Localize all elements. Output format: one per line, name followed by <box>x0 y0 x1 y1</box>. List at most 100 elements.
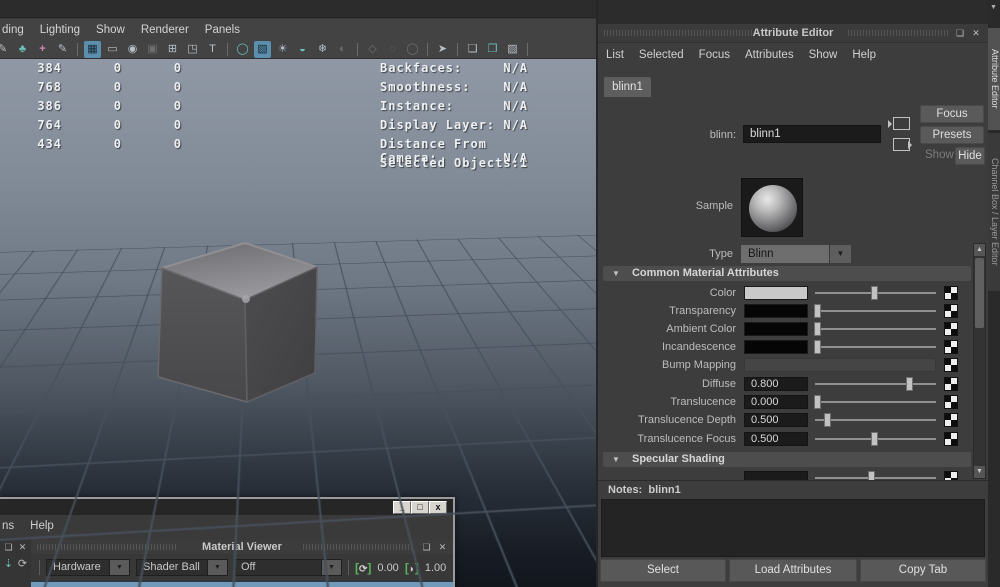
menu-show[interactable]: Show <box>96 24 125 36</box>
tab-blinn1[interactable]: blinn1 <box>604 77 651 97</box>
menu-attributes[interactable]: Attributes <box>745 49 794 61</box>
attribute-editor-titlebar[interactable]: Attribute Editor ❏ ✕ <box>598 24 988 43</box>
bump-mapping-field[interactable] <box>744 358 936 372</box>
hide-button[interactable]: Hide <box>955 147 985 165</box>
resolution-gate-icon[interactable]: ◉ <box>124 41 141 58</box>
input-connections-icon[interactable] <box>893 117 910 130</box>
ambient-color-slider[interactable] <box>815 322 936 336</box>
screen-ao-icon[interactable]: ❄ <box>314 41 331 58</box>
menu-focus[interactable]: Focus <box>699 49 730 61</box>
wire-sphere-icon[interactable]: ◯ <box>234 41 251 58</box>
slider-handle[interactable] <box>824 413 831 427</box>
safe-title-icon[interactable]: T <box>204 41 221 58</box>
material-type-select[interactable]: Blinn ▼ <box>741 245 851 263</box>
shaded-cube-icon[interactable]: ▧ <box>254 41 271 58</box>
material-viewer-header[interactable]: Material Viewer ❏ ✕ <box>31 540 453 554</box>
maximize-button[interactable]: □ <box>411 501 429 514</box>
texture-map-button[interactable] <box>944 304 958 318</box>
load-attributes-button[interactable]: Load Attributes <box>729 559 857 582</box>
dof-icon[interactable]: ◯ <box>404 41 421 58</box>
texture-map-button[interactable] <box>944 413 958 427</box>
motion-blur-icon[interactable]: ◐ <box>334 41 351 58</box>
slider-handle[interactable] <box>814 304 821 318</box>
menu-renderer[interactable]: Renderer <box>141 24 189 36</box>
translucence-focus-slider[interactable] <box>815 432 936 446</box>
panel-close-icon[interactable]: ✕ <box>436 541 449 553</box>
partial-value-field[interactable] <box>744 471 808 480</box>
texture-map-button[interactable] <box>944 340 958 354</box>
copy-tab-button[interactable]: Copy Tab <box>860 559 986 582</box>
section-common-material-attributes[interactable]: ▼ Common Material Attributes <box>603 266 971 281</box>
translucence-slider[interactable] <box>815 395 936 409</box>
select-cursor-icon[interactable]: ➤ <box>434 41 451 58</box>
slider-handle[interactable] <box>814 395 821 409</box>
menu-help[interactable]: Help <box>852 49 876 61</box>
scrollbar-thumb[interactable] <box>975 258 984 328</box>
slider-handle[interactable] <box>871 432 878 446</box>
texture-map-button[interactable] <box>944 322 958 336</box>
panel-popout-icon[interactable]: ❏ <box>954 28 966 39</box>
plant-paint-icon[interactable]: ♣ <box>14 41 31 58</box>
safe-action-icon[interactable]: ◳ <box>184 41 201 58</box>
turntable-value[interactable]: 0.00 <box>377 562 398 574</box>
slider-handle[interactable] <box>868 471 875 480</box>
texture-map-button[interactable] <box>944 432 958 446</box>
menu-options-partial[interactable]: ns <box>2 520 14 532</box>
environment-select[interactable]: Off ▼ <box>234 559 342 576</box>
move-tool-icon[interactable]: + <box>34 41 51 58</box>
slider-handle[interactable] <box>906 377 913 391</box>
gate-mask-icon[interactable]: ▣ <box>144 41 161 58</box>
renderer-select[interactable]: Hardware ▼ <box>46 559 130 576</box>
translucence-focus-value-field[interactable]: 0.500 <box>744 432 808 446</box>
film-gate-icon[interactable]: ▭ <box>104 41 121 58</box>
translucence-depth-slider[interactable] <box>815 413 936 427</box>
texture-map-button[interactable] <box>944 358 958 372</box>
exposure-icon[interactable]: [◗] <box>405 561 419 575</box>
translucence-depth-value-field[interactable]: 0.500 <box>744 413 808 427</box>
focus-button[interactable]: Focus <box>920 105 984 123</box>
minimize-button[interactable]: _ <box>393 501 411 514</box>
grease-pencil-icon[interactable]: ✎ <box>0 41 11 58</box>
sort-icon[interactable]: ⇣ <box>2 558 15 570</box>
attribute-scrollbar[interactable]: ▲ ▼ <box>973 243 986 479</box>
panel-popout-icon[interactable]: ❏ <box>2 541 15 553</box>
color-swatch[interactable] <box>744 304 808 318</box>
turntable-icon[interactable]: [⟳] <box>355 561 371 575</box>
menu-shading-partial[interactable]: ding <box>2 24 24 36</box>
show-button[interactable]: Show <box>925 149 954 161</box>
lighting-icon[interactable]: ☀ <box>274 41 291 58</box>
multisample-icon[interactable]: ◇ <box>364 41 381 58</box>
color-swatch[interactable] <box>744 286 808 300</box>
select-button[interactable]: Select <box>600 559 726 582</box>
diffuse-value-field[interactable]: 0.800 <box>744 377 808 391</box>
menu-selected[interactable]: Selected <box>639 49 684 61</box>
notes-textarea[interactable] <box>601 499 985 557</box>
shadows-icon[interactable]: ◒ <box>294 41 311 58</box>
scroll-up-icon[interactable]: ▲ <box>974 244 985 256</box>
texture-map-button[interactable] <box>944 286 958 300</box>
panel-close-icon[interactable]: ✕ <box>16 541 29 553</box>
slider-handle[interactable] <box>871 286 878 300</box>
menu-help[interactable]: Help <box>30 520 54 532</box>
slider-handle[interactable] <box>814 340 821 354</box>
window-titlebar[interactable]: _ □ x <box>0 499 453 515</box>
presets-button[interactable]: Presets <box>920 126 984 144</box>
exposure-value[interactable]: 1.00 <box>425 562 446 574</box>
partial-slider[interactable] <box>815 471 936 480</box>
color-swatch[interactable] <box>744 340 808 354</box>
field-chart-icon[interactable]: ⊞ <box>164 41 181 58</box>
texture-map-button[interactable] <box>944 471 958 480</box>
panel-popout-icon[interactable]: ❏ <box>420 541 433 553</box>
color-swatch[interactable] <box>744 322 808 336</box>
poly-cube[interactable] <box>150 235 330 415</box>
menu-list[interactable]: List <box>606 49 624 61</box>
output-connections-icon[interactable] <box>893 138 910 151</box>
dock-tab-channel-box[interactable]: Channel Box / Layer Editor <box>988 133 1000 291</box>
material-sample-swatch[interactable] <box>741 178 803 237</box>
pan-zoom-icon[interactable]: ❐ <box>484 41 501 58</box>
rotate-icon[interactable]: ⟳ <box>16 558 29 570</box>
close-button[interactable]: x <box>429 501 447 514</box>
pencil-tool-icon[interactable]: ✎ <box>54 41 71 58</box>
texture-map-button[interactable] <box>944 377 958 391</box>
menu-panels[interactable]: Panels <box>205 24 240 36</box>
